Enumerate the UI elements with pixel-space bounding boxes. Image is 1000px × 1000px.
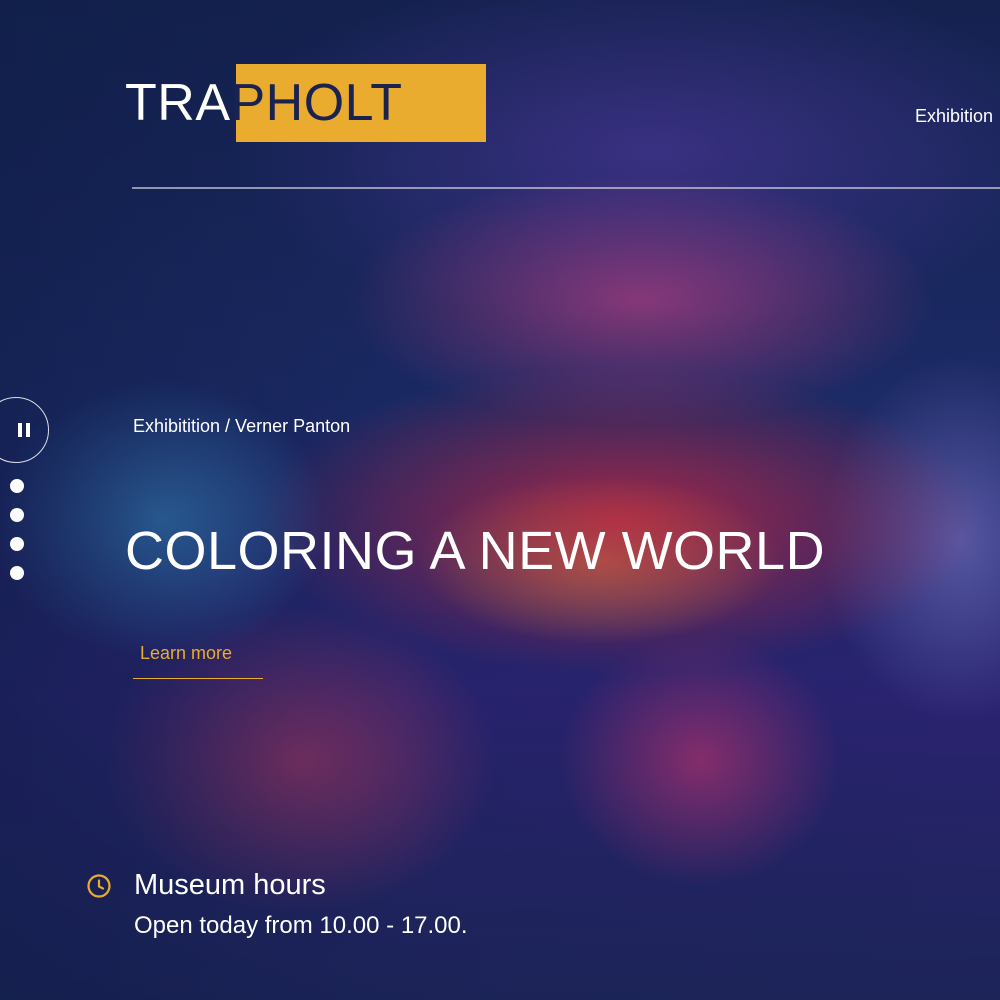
- logo-text-part1: TRA: [125, 74, 231, 132]
- slide-dot-4[interactable]: [10, 566, 24, 580]
- header-divider: [132, 187, 1000, 189]
- slide-dot-3[interactable]: [10, 537, 24, 551]
- learn-more-link[interactable]: Learn more: [133, 643, 263, 679]
- slide-dot-1[interactable]: [10, 479, 24, 493]
- logo-text-part2: PHOLT: [230, 74, 403, 132]
- pause-button[interactable]: [0, 397, 49, 463]
- museum-hours-text: Open today from 10.00 - 17.00.: [134, 912, 468, 939]
- hero-section: TRAPHOLT Exhibition Exhibitition / Verne…: [0, 0, 1000, 1000]
- museum-hours-title: Museum hours: [134, 869, 326, 901]
- logo-text: TRAPHOLT: [125, 77, 403, 129]
- slide-dot-2[interactable]: [10, 508, 24, 522]
- clock-icon: [87, 874, 111, 898]
- breadcrumb: Exhibitition / Verner Panton: [133, 416, 351, 436]
- logo[interactable]: TRAPHOLT: [125, 64, 486, 142]
- page-title: COLORING A NEW WORLD: [125, 521, 826, 581]
- slide-indicators: [10, 479, 24, 580]
- pause-icon: [18, 423, 30, 437]
- nav-item-exhibitions[interactable]: Exhibition: [915, 106, 993, 127]
